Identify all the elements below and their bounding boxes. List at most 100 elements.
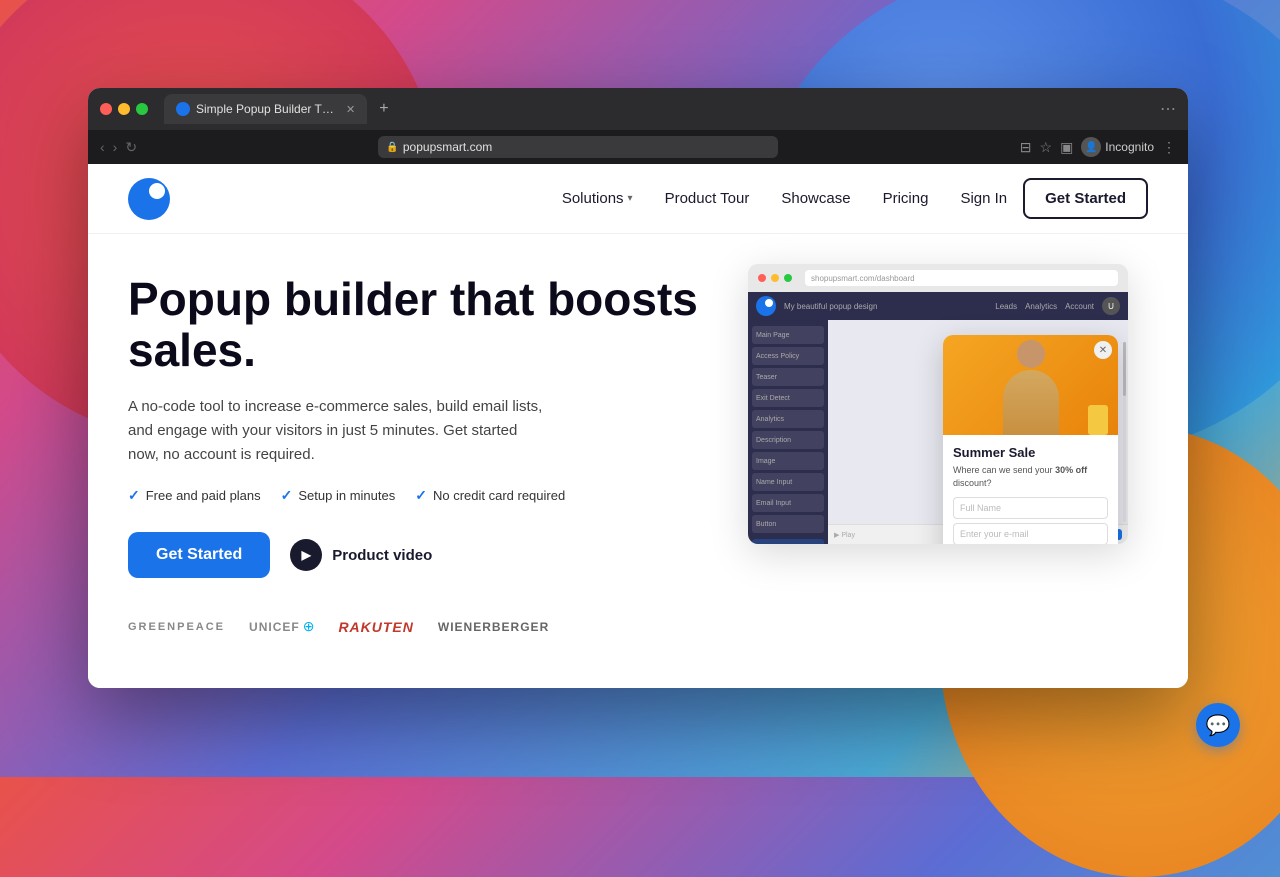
- mockup-chrome: shopupsmart.com/dashboard: [748, 264, 1128, 292]
- mockup-page-title: My beautiful popup design: [784, 302, 987, 311]
- mockup-nav-leads: Leads: [995, 302, 1017, 311]
- incognito-label: Incognito: [1105, 140, 1154, 154]
- mockup-sidebar-teaser: Teaser: [752, 368, 824, 386]
- scrollbar[interactable]: [1123, 342, 1126, 521]
- mockup-logo: [756, 296, 776, 316]
- mockup-add-new: + Add a new...: [752, 539, 824, 544]
- popup-body: Summer Sale Where can we send your 30% o…: [943, 435, 1118, 544]
- unicef-symbol: ⊕: [303, 618, 315, 635]
- nav-showcase[interactable]: Showcase: [781, 190, 850, 207]
- bookmark-icon[interactable]: ☆: [1040, 139, 1053, 156]
- sidebar-icon[interactable]: ▣: [1060, 139, 1073, 156]
- lock-icon: 🔒: [386, 142, 398, 153]
- browser-chrome: Simple Popup Builder That Bo... ✕ + ⋯: [88, 88, 1188, 130]
- mockup-dot-red: [758, 274, 766, 282]
- logo-icon: [128, 178, 170, 220]
- menu-icon[interactable]: ⋮: [1162, 139, 1176, 156]
- browser-window: Simple Popup Builder That Bo... ✕ + ⋯ ‹ …: [88, 88, 1188, 688]
- mockup-dot-yellow: [771, 274, 779, 282]
- incognito-area: 👤 Incognito: [1081, 137, 1154, 157]
- get-started-nav-button[interactable]: Get Started: [1023, 178, 1148, 219]
- logo[interactable]: [128, 178, 170, 220]
- hero-section: Popup builder that boosts sales. A no-co…: [88, 234, 1188, 688]
- mockup-sidebar-button: Button: [752, 515, 824, 533]
- check-label-3: No credit card required: [433, 488, 565, 503]
- mockup-sidebar-access: Access Policy: [752, 347, 824, 365]
- mockup-dot-green: [784, 274, 792, 282]
- refresh-button[interactable]: ↻: [125, 139, 137, 156]
- mockup-browser: shopupsmart.com/dashboard My beautiful p…: [748, 264, 1128, 544]
- forward-button[interactable]: ›: [113, 139, 118, 155]
- check-icon-2: ✓: [281, 487, 293, 504]
- tab-title: Simple Popup Builder That Bo...: [196, 102, 336, 116]
- popup-subtitle-post: discount?: [953, 478, 992, 488]
- toolbar-icons: ⊟ ☆ ▣ 👤 Incognito ⋮: [1020, 137, 1176, 157]
- check-item-3: ✓ No credit card required: [415, 487, 565, 504]
- window-controls-icon[interactable]: ⋯: [1160, 99, 1176, 119]
- back-button[interactable]: ‹: [100, 139, 105, 155]
- mockup-address: shopupsmart.com/dashboard: [805, 270, 1118, 286]
- check-icon-1: ✓: [128, 487, 140, 504]
- address-bar[interactable]: 🔒 popupsmart.com: [378, 136, 778, 158]
- nav-product-tour[interactable]: Product Tour: [665, 190, 750, 207]
- check-label-1: Free and paid plans: [146, 488, 261, 503]
- fullscreen-button[interactable]: [136, 103, 148, 115]
- greenpeace-logo: GREENPEACE: [128, 621, 225, 633]
- check-item-2: ✓ Setup in minutes: [281, 487, 396, 504]
- brand-logos: GREENPEACE unicef ⊕ Rakuten wienerberger: [128, 618, 708, 635]
- popup-person-figure: [996, 335, 1066, 435]
- product-video-label: Product video: [332, 547, 432, 564]
- popup-overlay: ✕: [943, 335, 1118, 544]
- wienerberger-logo: wienerberger: [438, 620, 549, 634]
- mockup-nav: My beautiful popup design Leads Analytic…: [748, 292, 1128, 320]
- minimize-button[interactable]: [118, 103, 130, 115]
- mockup-logo-inner: [765, 299, 773, 307]
- popup-discount: 30% off: [1055, 465, 1087, 475]
- hero-mockup: shopupsmart.com/dashboard My beautiful p…: [728, 274, 1148, 574]
- new-tab-button[interactable]: +: [379, 100, 388, 118]
- popup-title: Summer Sale: [953, 445, 1108, 460]
- popup-bag: [1088, 405, 1108, 435]
- hero-checks: ✓ Free and paid plans ✓ Setup in minutes…: [128, 487, 708, 504]
- nav-pricing[interactable]: Pricing: [883, 190, 929, 207]
- cast-icon[interactable]: ⊟: [1020, 139, 1032, 156]
- scrollbar-thumb: [1123, 342, 1126, 396]
- tab-close-icon[interactable]: ✕: [346, 103, 355, 116]
- hero-title: Popup builder that boosts sales.: [128, 274, 708, 375]
- mockup-sidebar-name-input: Name Input: [752, 473, 824, 491]
- mockup-url: shopupsmart.com/dashboard: [811, 274, 915, 283]
- nav-solutions[interactable]: Solutions ▾: [562, 190, 633, 207]
- popup-input-email[interactable]: Enter your e-mail: [953, 523, 1108, 544]
- hero-buttons: Get Started ▶ Product video: [128, 532, 708, 578]
- tab-favicon: [176, 102, 190, 116]
- hero-subtitle: A no-code tool to increase e-commerce sa…: [128, 395, 548, 467]
- check-icon-3: ✓: [415, 487, 427, 504]
- popup-subtitle-pre: Where can we send your: [953, 465, 1055, 475]
- nav-links: Solutions ▾ Product Tour Showcase Pricin…: [562, 190, 929, 207]
- mockup-sidebar-description: Description: [752, 431, 824, 449]
- solutions-chevron-icon: ▾: [628, 193, 633, 204]
- mockup-nav-analytics: Analytics: [1025, 302, 1057, 311]
- popup-person-body: [1003, 370, 1059, 435]
- chat-icon: 💬: [1206, 713, 1231, 738]
- active-tab[interactable]: Simple Popup Builder That Bo... ✕: [164, 94, 367, 124]
- popup-input-name[interactable]: Full Name: [953, 497, 1108, 519]
- mockup-sidebar-image: Image: [752, 452, 824, 470]
- popup-image: [943, 335, 1118, 435]
- incognito-avatar: 👤: [1081, 137, 1101, 157]
- product-video-button[interactable]: ▶ Product video: [290, 539, 432, 571]
- chat-widget[interactable]: 💬: [1196, 703, 1240, 747]
- mockup-sidebar-email: Email Input: [752, 494, 824, 512]
- mockup-play-btn: ▶ Play: [834, 531, 855, 539]
- popup-close-button[interactable]: ✕: [1094, 341, 1112, 359]
- mockup-sidebar: Main Page Access Policy Teaser Exit Dete…: [748, 320, 828, 544]
- rakuten-logo: Rakuten: [338, 619, 413, 635]
- main-nav: Solutions ▾ Product Tour Showcase Pricin…: [88, 164, 1188, 234]
- close-button[interactable]: [100, 103, 112, 115]
- mockup-nav-account: Account: [1065, 302, 1094, 311]
- sign-in-button[interactable]: Sign In: [960, 190, 1007, 207]
- hero-get-started-button[interactable]: Get Started: [128, 532, 270, 578]
- mockup-content: Main Page Access Policy Teaser Exit Dete…: [748, 320, 1128, 544]
- popup-subtitle: Where can we send your 30% off discount?: [953, 464, 1108, 489]
- address-bar-row: ‹ › ↻ 🔒 popupsmart.com ⊟ ☆ ▣ 👤 Incognito…: [88, 130, 1188, 164]
